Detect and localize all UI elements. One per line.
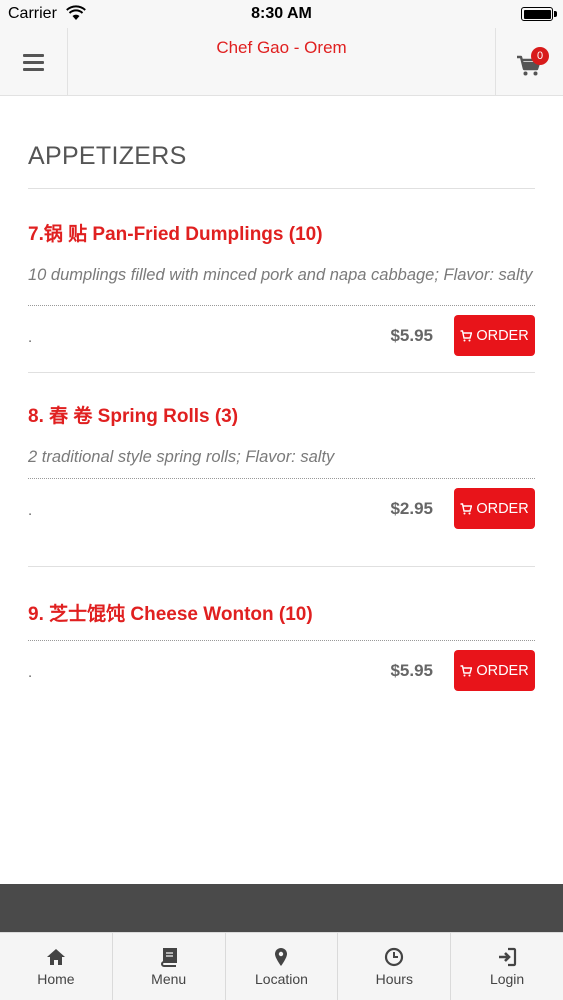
item-description: 10 dumplings filled with minced pork and… xyxy=(28,266,533,284)
nav-login[interactable]: Login xyxy=(451,933,563,1000)
order-button[interactable]: ORDER xyxy=(454,488,535,529)
item-price: $5.95 xyxy=(390,326,433,345)
order-label: ORDER xyxy=(476,327,529,344)
price-row: . $5.95 ORDER xyxy=(28,315,535,357)
nav-label: Hours xyxy=(375,971,413,987)
order-label: ORDER xyxy=(476,662,529,679)
footer-band xyxy=(0,884,563,932)
item-name: 7.锅 贴 Pan-Fried Dumplings (10) xyxy=(28,224,323,245)
item-divider xyxy=(28,640,535,641)
section-title: APPETIZERS xyxy=(28,142,187,170)
nav-label: Menu xyxy=(151,971,187,987)
item-dot: . xyxy=(28,502,33,519)
item-name: 9. 芝士馄饨 Cheese Wonton (10) xyxy=(28,604,313,625)
status-time: 8:30 AM xyxy=(251,5,312,22)
item-name: 8. 春 卷 Spring Rolls (3) xyxy=(28,406,239,427)
item-price: $2.95 xyxy=(390,499,433,518)
item-dot: . xyxy=(28,329,33,346)
nav-menu[interactable]: Menu xyxy=(113,933,226,1000)
bottom-nav: Home Menu Location Hours Login xyxy=(0,932,563,1000)
cart-icon xyxy=(460,502,473,514)
cart-icon xyxy=(460,664,473,676)
order-button[interactable]: ORDER xyxy=(454,315,535,356)
order-label: ORDER xyxy=(476,500,529,517)
item-dot: . xyxy=(28,664,33,681)
book-icon xyxy=(160,948,177,967)
price-row: . $5.95 ORDER xyxy=(28,650,535,692)
order-button[interactable]: ORDER xyxy=(454,650,535,691)
nav-label: Location xyxy=(255,971,308,987)
item-divider xyxy=(28,305,535,306)
clock-icon xyxy=(385,947,404,967)
cart-count-badge: 0 xyxy=(531,47,549,65)
nav-hours[interactable]: Hours xyxy=(338,933,452,1000)
menu-button[interactable] xyxy=(0,28,68,96)
map-pin-icon xyxy=(275,948,288,966)
login-icon xyxy=(499,947,517,967)
menu-item: 7.锅 贴 Pan-Fried Dumplings (10) 10 dumpli… xyxy=(28,189,535,373)
home-icon xyxy=(46,949,65,965)
hamburger-icon xyxy=(23,54,44,75)
cart-button[interactable]: 0 xyxy=(495,28,563,96)
battery-icon xyxy=(521,7,557,21)
nav-label: Login xyxy=(489,971,525,987)
price-row: . $2.95 ORDER xyxy=(28,488,535,530)
status-bar: Carrier 8:30 AM xyxy=(0,0,563,28)
cart-icon xyxy=(460,329,473,341)
nav-label: Home xyxy=(37,971,75,987)
app-header: Chef Gao - Orem 0 xyxy=(0,28,563,96)
item-price: $5.95 xyxy=(390,661,433,680)
nav-location[interactable]: Location xyxy=(226,933,339,1000)
nav-home[interactable]: Home xyxy=(0,933,113,1000)
item-divider xyxy=(28,478,535,479)
item-description: 2 traditional style spring rolls; Flavor… xyxy=(28,448,335,466)
menu-item: 8. 春 卷 Spring Rolls (3) 2 traditional st… xyxy=(28,373,535,567)
menu-content: APPETIZERS 7.锅 贴 Pan-Fried Dumplings (10… xyxy=(28,96,535,692)
menu-item: 9. 芝士馄饨 Cheese Wonton (10) . $5.95 ORDER xyxy=(28,567,535,692)
page-title: Chef Gao - Orem xyxy=(216,38,347,57)
